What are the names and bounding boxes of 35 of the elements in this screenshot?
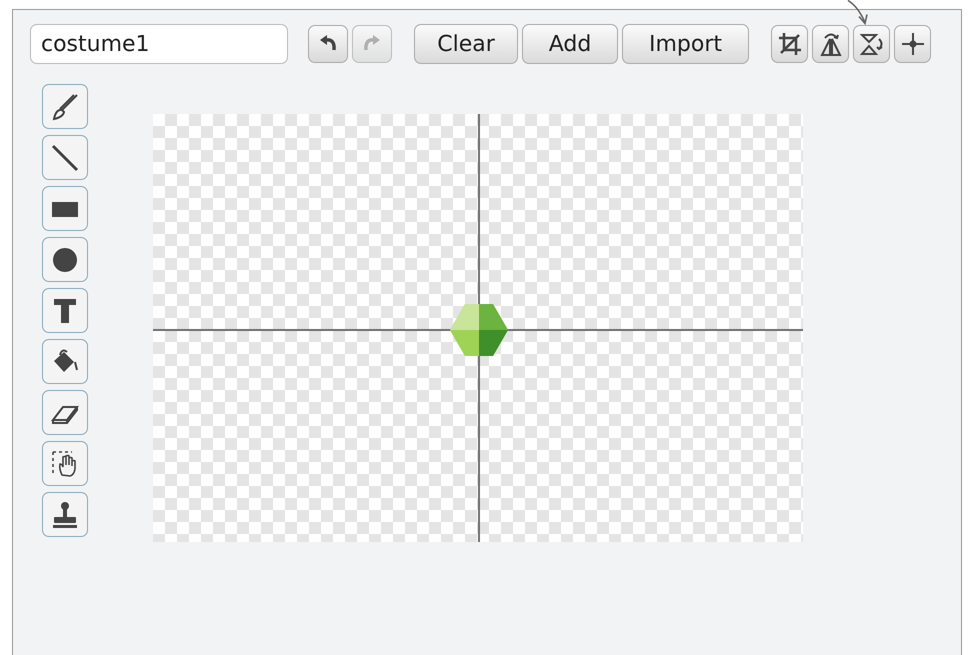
brush-icon [53,94,78,120]
toolbar-button[interactable]: Add [522,24,618,64]
rectangle-tool-button[interactable] [42,186,88,231]
flip-horizontal-icon [820,34,842,56]
text-tool-tool-button[interactable] [42,288,88,333]
rectangle-icon [52,202,78,216]
stamp-tool-button[interactable] [42,492,88,537]
eraser-icon [50,406,80,424]
flip-vertical-button[interactable] [853,25,890,63]
redo-icon [364,35,380,50]
brush-tool-button[interactable] [42,84,88,129]
flip-vertical-icon [859,34,882,55]
text-tool-icon [54,298,76,322]
crop-icon [778,33,800,55]
undo-icon [320,35,336,50]
circle-icon [53,248,77,272]
crosshair-button[interactable] [894,25,931,63]
eraser-tool-button[interactable] [42,390,88,435]
stamp-icon [53,502,77,528]
line-tool-button[interactable] [42,135,88,180]
costume-name-field[interactable]: costume1 [30,24,288,64]
paint-bucket-icon [54,349,78,372]
select-icon [52,450,76,476]
toolbar-button[interactable]: Clear [414,24,518,64]
callout-arrow [847,0,869,25]
flip-horizontal-button[interactable] [812,25,849,63]
select-tool-button[interactable] [42,441,88,486]
toolbar-button[interactable]: Import [622,24,749,64]
paint-bucket-tool-button[interactable] [42,339,88,384]
line-icon [52,144,78,171]
crosshair-icon [900,32,924,56]
undo-button[interactable] [308,25,348,63]
hexagon-sprite [450,304,508,356]
circle-tool-button[interactable] [42,237,88,282]
crop-button[interactable] [771,25,808,63]
